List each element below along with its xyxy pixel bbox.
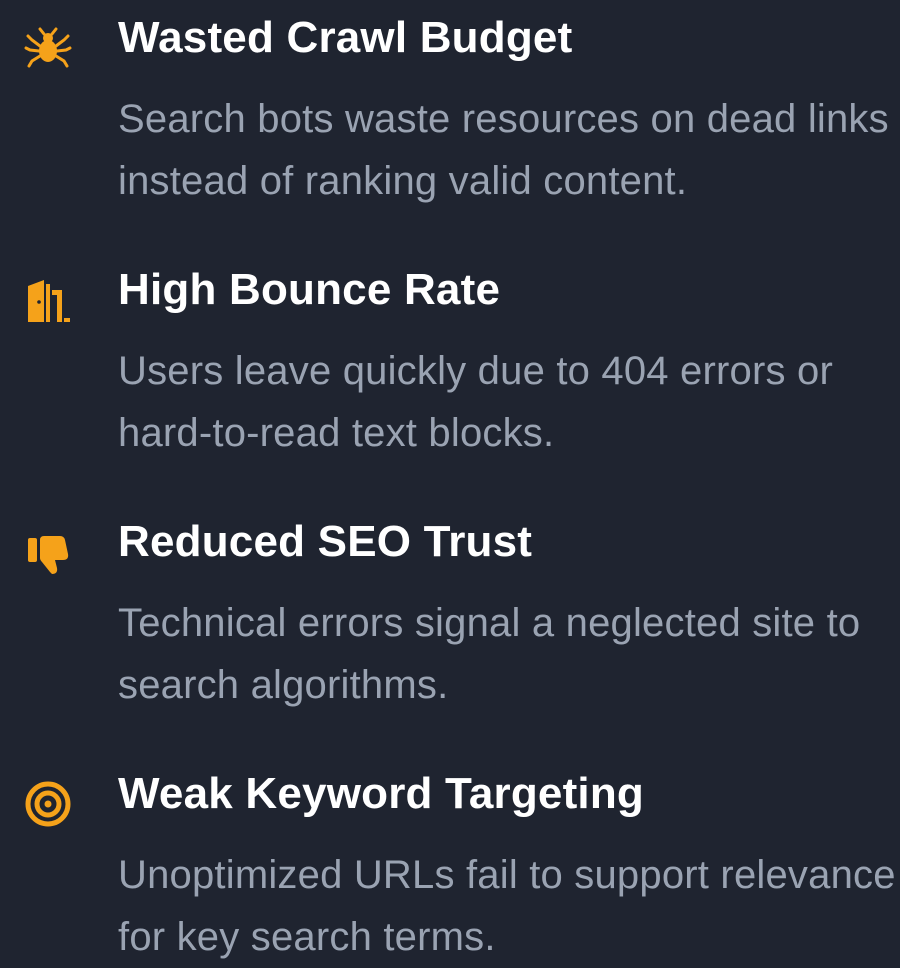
target-icon [22, 778, 74, 830]
item-description: Technical errors signal a neglected site… [118, 601, 861, 707]
item-description: Search bots waste resources on dead link… [118, 97, 889, 203]
item-title: Weak Keyword Targeting [118, 769, 644, 818]
door-exit-icon [22, 274, 74, 326]
thumbs-down-icon [22, 526, 74, 578]
item-title: Reduced SEO Trust [118, 517, 533, 566]
item-title: Wasted Crawl Budget [118, 13, 573, 62]
spider-icon [22, 22, 74, 74]
item-description: Users leave quickly due to 404 errors or… [118, 349, 833, 455]
item-description: Unoptimized URLs fail to support relevan… [118, 853, 896, 959]
issue-list: Wasted Crawl Budget Search bots waste re… [0, 0, 900, 959]
item-title: High Bounce Rate [118, 265, 501, 314]
